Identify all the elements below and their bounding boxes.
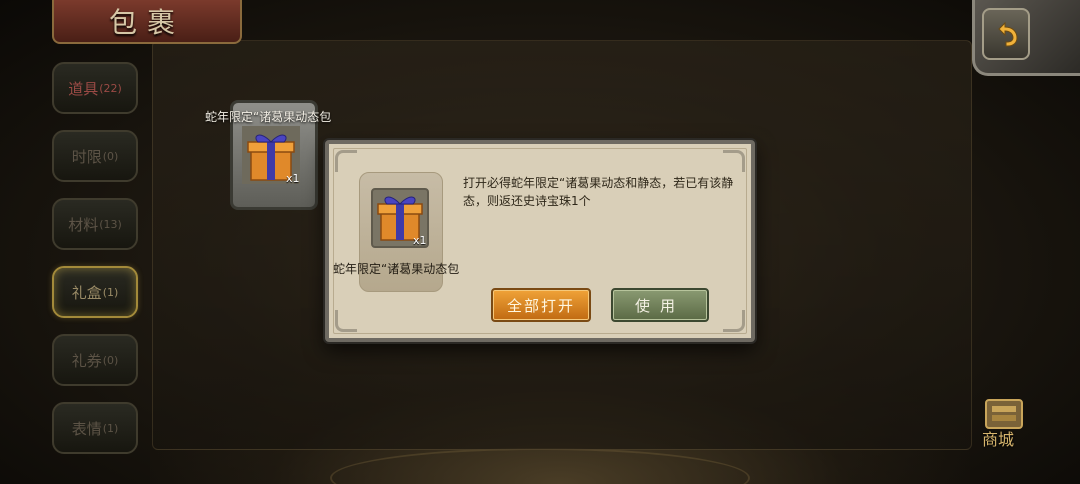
tab-label: 材料 [68, 215, 99, 234]
tab-items[interactable]: 道具 (22) [52, 62, 138, 114]
tab-count: (0) [102, 353, 119, 367]
shop-label: 商城 [982, 430, 1015, 449]
title-banner: 包裹 [52, 0, 242, 44]
tab-giftbox[interactable]: 礼盒 (1) [52, 266, 138, 318]
tab-label: 道具 [68, 79, 99, 98]
tab-materials[interactable]: 材料 (13) [52, 198, 138, 250]
tab-count: (13) [99, 217, 122, 231]
tab-count: (1) [102, 285, 119, 299]
dialog-item-quantity: x1 [413, 234, 427, 247]
tab-emotes[interactable]: 表情 (1) [52, 402, 138, 454]
dialog-corner-ornament [723, 310, 745, 332]
item-name: 蛇年限定“诸葛果动态包 [205, 110, 332, 124]
dialog-corner-ornament [335, 310, 357, 332]
tab-count: (22) [99, 81, 122, 95]
dialog-description: 打开必得蛇年限定“诸葛果动态和静态，若已有该静态，则返还史诗宝珠1个 [463, 176, 734, 208]
item-quantity: x1 [286, 172, 300, 185]
back-arrow-icon [998, 21, 1018, 47]
tab-timed[interactable]: 时限 (0) [52, 130, 138, 182]
tab-label: 时限 [71, 147, 102, 166]
tab-label: 表情 [71, 419, 102, 438]
open-all-button[interactable]: 全部打开 [491, 288, 591, 322]
dialog-corner-ornament [335, 150, 357, 172]
item-dialog: x1 蛇年限定“诸葛果动态包 打开必得蛇年限定“诸葛果动态和静态，若已有该静态，… [325, 140, 755, 342]
back-button[interactable] [982, 8, 1030, 60]
use-button[interactable]: 使用 [611, 288, 709, 322]
tab-label: 礼盒 [71, 283, 102, 302]
tab-label: 礼券 [71, 351, 102, 370]
page-title: 包裹 [108, 6, 185, 39]
dialog-corner-ornament [723, 150, 745, 172]
dialog-item-name: 蛇年限定“诸葛果动态包 [333, 262, 460, 276]
tab-count: (0) [102, 149, 119, 163]
tab-count: (1) [102, 421, 119, 435]
tab-vouchers[interactable]: 礼券 (0) [52, 334, 138, 386]
